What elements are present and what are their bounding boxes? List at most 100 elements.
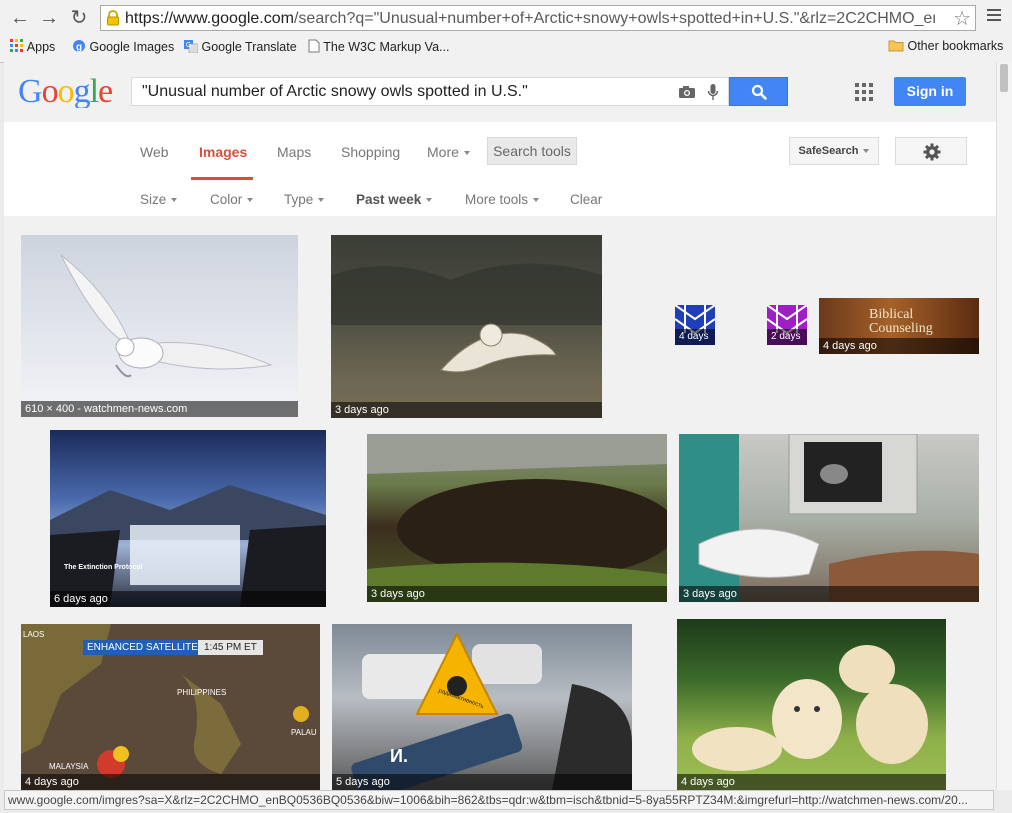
satellite-time: 1:45 PM ET <box>198 640 263 655</box>
status-bar-url: www.google.com/imgres?sa=X&rlz=2C2CHMO_e… <box>4 790 994 810</box>
result-caption: 3 days ago <box>331 402 602 418</box>
tab-more[interactable]: More <box>427 144 470 160</box>
tab-maps[interactable]: Maps <box>277 144 311 160</box>
tab-more-label: More <box>427 144 459 160</box>
image-result-purple-pattern[interactable]: 2 days <box>767 305 807 345</box>
camera-icon[interactable] <box>678 85 696 99</box>
map-label: LAOS <box>23 630 45 639</box>
gear-icon <box>923 143 941 161</box>
reload-button[interactable]: ↻ <box>67 6 91 30</box>
folder-icon <box>888 40 904 52</box>
bookmark-label: The W3C Markup Va... <box>323 40 450 54</box>
map-label: PHILIPPINES <box>177 688 227 697</box>
chevron-down-icon <box>247 198 254 203</box>
page-viewport: Google "Unusual number of Arctic snowy o… <box>4 62 996 790</box>
image-result-sinkhole[interactable]: 3 days ago <box>367 434 667 602</box>
tool-label: Color <box>210 192 243 207</box>
result-caption: 5 days ago <box>332 774 632 790</box>
apps-grid-icon <box>10 39 23 52</box>
forward-button[interactable]: → <box>37 6 61 30</box>
google-apps-icon[interactable] <box>855 83 873 101</box>
satellite-banner: ENHANCED SATELLITE <box>83 640 202 655</box>
search-input[interactable]: "Unusual number of Arctic snowy owls spo… <box>131 77 729 106</box>
image-result-tiger-cubs[interactable]: 4 days ago <box>677 619 946 790</box>
biblical-counseling-title: Biblical Counseling <box>869 307 933 336</box>
waterfall-image <box>50 485 326 607</box>
chevron-down-icon <box>863 149 870 154</box>
image-results-grid: 610 × 400 - watchmen-news.com 3 days ago… <box>4 216 996 790</box>
image-result-snowy-owl-flight[interactable]: 610 × 400 - watchmen-news.com <box>21 235 298 417</box>
result-caption: 4 days ago <box>819 338 979 354</box>
chevron-down-icon <box>318 198 325 203</box>
image-result-blue-pattern[interactable]: 4 days <box>675 305 715 345</box>
search-tools-bar: Size Color Type Past week More tools Cle… <box>4 180 996 216</box>
google-logo-mark: Google <box>18 73 113 110</box>
settings-button[interactable] <box>895 137 967 165</box>
tool-label: Type <box>284 192 314 207</box>
tool-label: Past week <box>356 192 422 207</box>
result-caption: 6 days ago <box>50 591 326 607</box>
url-path: /search?q="Unusual+number+of+Arctic+snow… <box>293 10 935 27</box>
safesearch-label: SafeSearch <box>798 145 859 157</box>
search-tools-button[interactable]: Search tools <box>487 137 577 165</box>
tab-web[interactable]: Web <box>140 144 169 160</box>
bookmark-google-images[interactable]: g Google Images <box>72 39 174 54</box>
image-result-waterfall[interactable]: The Extinction Protocol 6 days ago <box>50 430 326 607</box>
result-caption: 2 days <box>767 329 807 345</box>
map-label: PALAU <box>291 728 317 737</box>
tool-size[interactable]: Size <box>140 192 178 207</box>
tool-more-tools[interactable]: More tools <box>465 192 540 207</box>
tab-images[interactable]: Images <box>199 144 247 160</box>
image-result-biblical-counseling[interactable]: Biblical Counseling 4 days ago <box>819 298 979 354</box>
svg-text:Google: Google <box>18 74 112 108</box>
tool-color[interactable]: Color <box>210 192 254 207</box>
tiger-cubs-image <box>692 645 928 771</box>
bookmark-google-translate[interactable]: G Google Translate <box>184 39 297 54</box>
url-host: https://www.google.com <box>125 10 294 27</box>
image-result-radiation-meter[interactable]: радиоактивность И. 5 days ago <box>332 624 632 790</box>
url-text: https://www.google.com/search?q="Unusual… <box>125 10 935 28</box>
tool-label: More tools <box>465 192 529 207</box>
image-result-owl-flying-low[interactable]: 3 days ago <box>331 235 602 418</box>
result-caption: 4 days ago <box>677 774 946 790</box>
tool-past-week[interactable]: Past week <box>356 192 433 207</box>
sinkhole-image <box>367 434 667 602</box>
back-button[interactable]: ← <box>8 6 32 30</box>
tool-label: Size <box>140 192 167 207</box>
bookmark-w3c[interactable]: The W3C Markup Va... <box>308 39 449 54</box>
bookmark-apps[interactable]: Apps <box>10 39 55 54</box>
sign-in-button[interactable]: Sign in <box>894 77 966 106</box>
result-caption: 3 days ago <box>679 586 979 602</box>
tab-shopping[interactable]: Shopping <box>341 144 400 160</box>
microphone-icon[interactable] <box>707 83 719 102</box>
bookmark-label: Other bookmarks <box>907 39 1004 53</box>
lock-icon <box>107 10 119 26</box>
bookmark-star-icon[interactable]: ☆ <box>953 6 971 31</box>
chevron-down-icon <box>533 198 540 203</box>
image-result-ultrasound[interactable]: 3 days ago <box>679 434 979 602</box>
svg-text:G: G <box>186 42 191 49</box>
tool-type[interactable]: Type <box>284 192 325 207</box>
bookmarks-bar: Apps g Google Images G Google Translate … <box>0 36 1012 58</box>
search-query-text: "Unusual number of Arctic snowy owls spo… <box>142 83 528 100</box>
result-caption: 3 days ago <box>367 586 667 602</box>
bookmark-label: Google Images <box>89 40 175 54</box>
page-icon <box>308 39 320 53</box>
svg-text:g: g <box>76 42 82 53</box>
vertical-scrollbar[interactable] <box>996 62 1012 790</box>
ultrasound-image <box>679 434 979 602</box>
bookmark-label: Apps <box>26 40 56 54</box>
scrollbar-thumb[interactable] <box>1000 64 1008 92</box>
search-button[interactable] <box>729 77 788 106</box>
tool-clear[interactable]: Clear <box>570 192 602 207</box>
safesearch-dropdown[interactable]: SafeSearch <box>789 137 879 165</box>
menu-icon[interactable] <box>984 6 1004 26</box>
google-header: Google "Unusual number of Arctic snowy o… <box>4 62 996 122</box>
snowy-owl-image <box>60 254 273 378</box>
bookmark-other[interactable]: Other bookmarks <box>888 39 1003 53</box>
owl-grass-image <box>331 263 602 373</box>
chevron-down-icon <box>463 151 470 156</box>
address-bar[interactable]: https://www.google.com/search?q="Unusual… <box>100 5 976 31</box>
image-result-satellite-map[interactable]: ENHANCED SATELLITE 1:45 PM ET LAOS PHILI… <box>21 624 320 790</box>
google-logo[interactable]: Google <box>18 73 114 117</box>
